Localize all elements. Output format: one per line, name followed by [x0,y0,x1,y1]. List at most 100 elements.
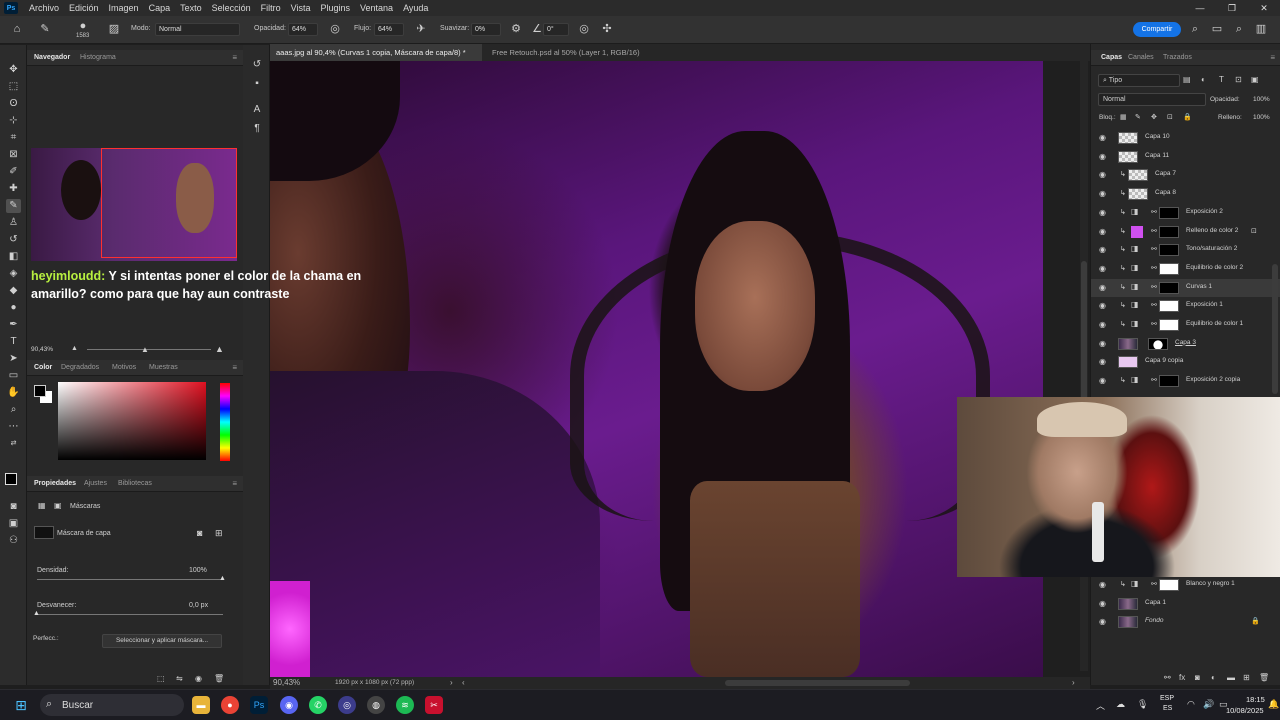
eye-icon[interactable]: ◉ [1099,152,1106,161]
language-indicator[interactable]: ESP [1160,695,1174,702]
eye-icon[interactable]: ◉ [1099,599,1106,608]
density-slider-thumb[interactable]: ▲ [219,575,226,582]
marquee-tool-icon[interactable]: ⬚ [6,80,21,94]
tab-bibliotecas[interactable]: Bibliotecas [118,480,152,487]
layer-opacity-value[interactable]: 100% [1253,96,1270,103]
fill-value[interactable]: 100% [1253,114,1270,121]
zoom-in-icon[interactable]: ▲ [215,344,224,354]
mode-select[interactable]: Normal [155,23,240,36]
link-icon[interactable]: ⚯ [1151,283,1157,291]
layer-name[interactable]: Capa 11 [1145,152,1169,159]
density-slider[interactable] [37,579,223,580]
select-and-mask-button[interactable]: Seleccionar y aplicar máscara... [102,634,222,648]
airbrush-icon[interactable]: ✈ [414,22,428,36]
pressure-opacity-icon[interactable]: ◎ [328,22,342,36]
tab-muestras[interactable]: Muestras [149,364,178,371]
pixel-mask-icon[interactable]: ▦ [38,501,46,510]
horizontal-scroll-thumb[interactable] [725,680,910,686]
eye-icon[interactable]: ◉ [1099,357,1106,366]
layer-name[interactable]: Equilibrio de color 2 [1186,264,1243,271]
feather-slider-thumb[interactable]: ▲ [33,610,40,617]
pen-tool-icon[interactable]: ✒ [6,318,21,332]
visibility-icon[interactable]: ◉ [195,674,202,683]
history-icon[interactable]: ↺ [250,58,264,72]
menu-ayuda[interactable]: Ayuda [398,3,433,13]
layer-row[interactable]: ◉ Capa 9 copia [1091,353,1280,371]
layer-mask-thumbnail[interactable] [1159,319,1179,331]
layer-name[interactable]: Exposición 2 copia [1186,376,1240,383]
tab-ajustes[interactable]: Ajustes [84,480,107,487]
filter-smart-icon[interactable]: ▣ [1251,75,1259,84]
link-icon[interactable]: ⚯ [1151,580,1157,588]
zoom-tool-icon[interactable]: ⌕ [6,403,21,417]
eraser-tool-icon[interactable]: ◧ [6,250,21,264]
layer-row[interactable]: ◉ Capa 1 [1091,595,1280,613]
eye-icon[interactable]: ◉ [1099,264,1106,273]
layer-row[interactable]: ◉ ↳ ◨ ⚯ Exposición 2 copia [1091,372,1280,390]
layer-name[interactable]: Capa 10 [1145,133,1170,140]
add-mask-icon[interactable]: ◙ [1195,673,1200,682]
lock-paint-icon[interactable]: ✎ [1135,113,1141,121]
navigator-preview[interactable] [31,148,237,261]
layer-row[interactable]: ◉ ↳ ◨ ⚯ Equilibrio de color 2 [1091,260,1280,278]
filter-shape-icon[interactable]: ⊡ [1235,75,1242,84]
tab-trazados[interactable]: Trazados [1163,54,1192,61]
lock-all-icon[interactable]: 🔒 [1183,113,1192,121]
select-mask-icon[interactable]: ⊞ [215,528,223,539]
layer-name[interactable]: Capa 9 copia [1145,357,1183,364]
panel-menu-icon[interactable]: ≡ [232,363,237,372]
healing-tool-icon[interactable]: ✚ [6,182,21,196]
eye-icon[interactable]: ◉ [1099,208,1106,217]
load-selection-icon[interactable]: ⬚ [157,674,165,683]
tab-canales[interactable]: Canales [1128,54,1154,61]
move-tool-icon[interactable]: ✥ [6,63,21,77]
vector-mask-icon[interactable]: ▣ [54,501,62,510]
layer-name[interactable]: Capa 8 [1155,189,1176,196]
app-icon[interactable]: ◎ [338,696,356,714]
eyedropper-tool-icon[interactable]: ✐ [6,165,21,179]
foreground-color-swatch[interactable] [5,473,17,485]
canvas-image[interactable] [270,61,1043,677]
dodge-tool-icon[interactable]: ● [6,301,21,315]
layer-row[interactable]: ◉ ↳ Capa 7 [1091,166,1280,184]
layers-scroll-thumb[interactable] [1272,264,1278,394]
volume-icon[interactable]: 🔊 [1203,699,1214,710]
photoshop-icon[interactable]: Ps [250,696,268,714]
menu-texto[interactable]: Texto [175,3,207,13]
tab-capas[interactable]: Capas [1101,54,1122,61]
share-button[interactable]: Compartir [1133,22,1181,37]
eye-icon[interactable]: ◉ [1099,376,1106,385]
discord-icon[interactable]: ◉ [280,696,298,714]
maximize-button[interactable]: ❐ [1216,0,1248,16]
layer-row[interactable]: ◉ ↳ ◨ ⚯ Blanco y negro 1 [1091,576,1280,594]
filter-adjust-icon[interactable]: ◐ [1201,75,1206,84]
tab-document-aaas[interactable]: aaas.jpg al 90,4% (Curvas 1 copia, Másca… [270,44,482,74]
layer-row[interactable]: ◉ Capa 11 [1091,148,1280,166]
path-select-icon[interactable]: ➤ [6,352,21,366]
layer-effect-icon[interactable]: ⊡ [1251,227,1257,235]
blend-mode-select[interactable]: Normal [1098,93,1206,106]
spotify-icon[interactable]: ≋ [396,696,414,714]
link-icon[interactable]: ⚯ [1151,245,1157,253]
delete-layer-icon[interactable]: 🗑 [1259,673,1269,682]
layer-name[interactable]: Fondo [1145,617,1163,624]
tab-propiedades[interactable]: Propiedades [34,480,76,487]
obs-icon[interactable]: ◍ [367,696,385,714]
layer-row[interactable]: ◉ Fondo 🔒 [1091,613,1280,631]
zoom-slider-thumb-icon[interactable]: ▲ [141,345,149,354]
feather-value[interactable]: 0,0 px [189,602,208,609]
panel-menu-icon[interactable]: ≡ [1270,53,1275,62]
new-group-icon[interactable]: ▬ [1227,673,1235,682]
link-icon[interactable]: ⚯ [1151,376,1157,384]
more-tools-icon[interactable]: ⋯ [6,420,21,434]
layer-mask-thumbnail[interactable] [1159,225,1179,238]
zoom-slider[interactable] [87,349,211,350]
layer-style-icon[interactable]: fx [1179,673,1185,682]
gradient-tool-icon[interactable]: ◈ [6,267,21,281]
layer-name[interactable]: Blanco y negro 1 [1186,580,1235,587]
frame-tool-icon[interactable]: ⊠ [6,148,21,162]
type-tool-icon[interactable]: T [6,335,21,349]
smoothing-input[interactable]: 0% [471,23,501,36]
lock-pixels-icon[interactable]: ▦ [1120,113,1127,121]
eye-icon[interactable]: ◉ [1099,227,1106,236]
